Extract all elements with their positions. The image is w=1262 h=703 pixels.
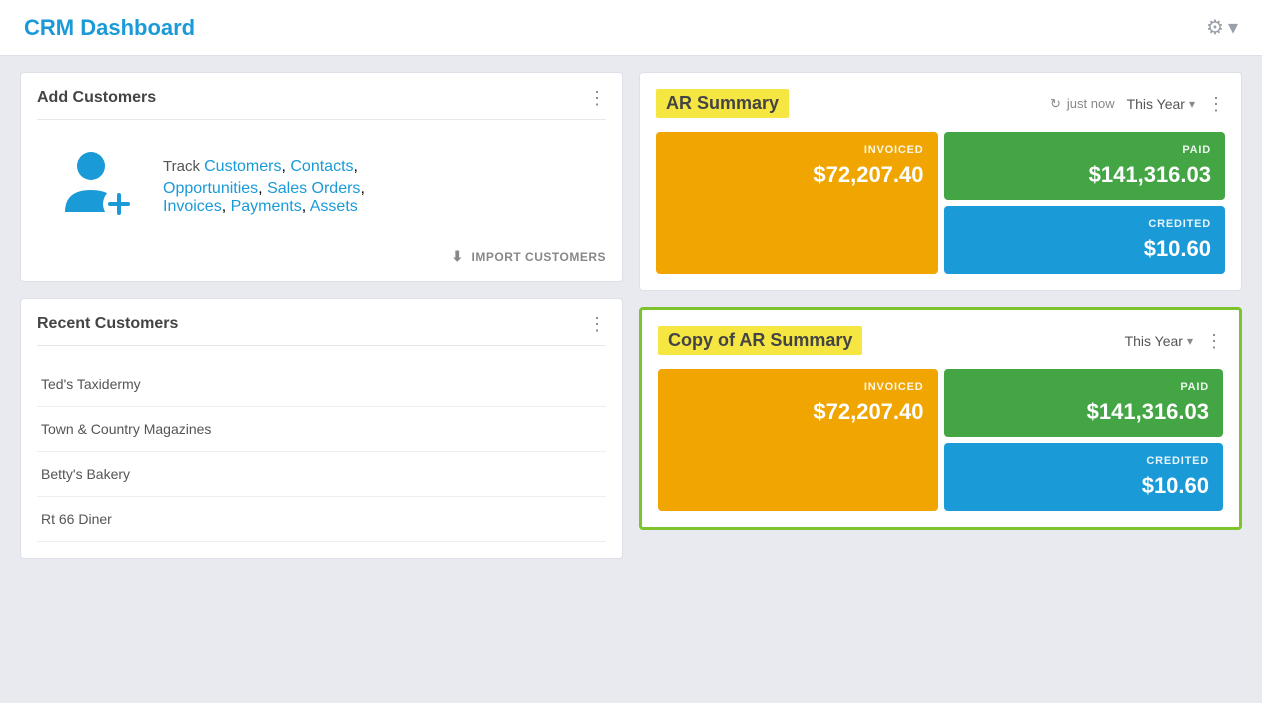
add-customer-icon (53, 144, 143, 224)
credited-box: CREDITED $10.60 (944, 206, 1226, 274)
add-customers-card: Add Customers ⋮ Track (20, 72, 623, 282)
invoiced-box: INVOICED $72,207.40 (656, 132, 938, 274)
chevron-down-icon: ▾ (1189, 97, 1195, 111)
customer-list: Ted's Taxidermy Town & Country Magazines… (37, 362, 606, 542)
add-customers-body: Track Customers, Contacts, Opportunities… (37, 136, 606, 240)
copy-invoiced-label: INVOICED (864, 381, 924, 393)
link-sales-orders[interactable]: Sales Orders (267, 180, 360, 197)
link-invoices[interactable]: Invoices (163, 198, 222, 215)
gear-dropdown-arrow: ▾ (1228, 15, 1238, 40)
copy-credited-label: CREDITED (1146, 455, 1209, 467)
import-icon: ⬇ (451, 248, 463, 265)
import-section: ⬇ IMPORT CUSTOMERS (37, 240, 606, 265)
recent-customers-header: Recent Customers ⋮ (37, 315, 606, 346)
ar-summary-copy-controls: This Year ▾ ⋮ (1125, 332, 1223, 350)
import-customers-button[interactable]: ⬇ IMPORT CUSTOMERS (451, 248, 606, 265)
ar-summary-copy-grid: INVOICED $72,207.40 PAID $141,316.03 CRE… (658, 369, 1223, 511)
paid-box: PAID $141,316.03 (944, 132, 1226, 200)
list-item[interactable]: Betty's Bakery (37, 452, 606, 497)
ar-summary-copy-more-icon[interactable]: ⋮ (1205, 332, 1223, 350)
add-customers-title: Add Customers (37, 89, 156, 107)
link-customers[interactable]: Customers (204, 158, 281, 175)
recent-customers-card: Recent Customers ⋮ Ted's Taxidermy Town … (20, 298, 623, 559)
copy-paid-box: PAID $141,316.03 (944, 369, 1224, 437)
paid-label: PAID (1182, 144, 1211, 156)
copy-credited-box: CREDITED $10.60 (944, 443, 1224, 511)
list-item[interactable]: Rt 66 Diner (37, 497, 606, 542)
main-content: Add Customers ⋮ Track (0, 56, 1262, 575)
invoiced-label: INVOICED (864, 144, 924, 156)
copy-invoiced-box: INVOICED $72,207.40 (658, 369, 938, 511)
app-title: CRM Dashboard (24, 15, 195, 41)
credited-value: $10.60 (1144, 236, 1211, 262)
left-column: Add Customers ⋮ Track (20, 72, 623, 559)
credited-label: CREDITED (1148, 218, 1211, 230)
list-item[interactable]: Town & Country Magazines (37, 407, 606, 452)
recent-customers-more-icon[interactable]: ⋮ (588, 315, 606, 333)
track-description: Track Customers, Contacts, Opportunities… (163, 153, 365, 216)
ar-summary-copy-title: Copy of AR Summary (658, 326, 862, 355)
link-contacts[interactable]: Contacts (290, 158, 353, 175)
gear-button[interactable]: ⚙ ▾ (1206, 15, 1238, 40)
copy-credited-value: $10.60 (1142, 473, 1209, 499)
track-prefix: Track (163, 158, 204, 175)
copy-period-selector[interactable]: This Year ▾ (1125, 333, 1193, 349)
gear-icon: ⚙ (1206, 15, 1224, 40)
copy-invoiced-value: $72,207.40 (813, 399, 923, 425)
ar-summary-widget: AR Summary ↻ just now This Year ▾ ⋮ INVO… (639, 72, 1242, 291)
ar-summary-title: AR Summary (656, 89, 789, 118)
link-payments[interactable]: Payments (231, 198, 302, 215)
copy-chevron-down-icon: ▾ (1187, 334, 1193, 348)
ar-summary-copy-widget: Copy of AR Summary This Year ▾ ⋮ INVOICE… (639, 307, 1242, 530)
ar-summary-grid: INVOICED $72,207.40 PAID $141,316.03 CRE… (656, 132, 1225, 274)
link-assets[interactable]: Assets (310, 198, 358, 215)
import-label: IMPORT CUSTOMERS (472, 250, 606, 264)
period-label: This Year (1127, 96, 1185, 112)
ar-summary-header: AR Summary ↻ just now This Year ▾ ⋮ (656, 89, 1225, 118)
ar-summary-copy-header: Copy of AR Summary This Year ▾ ⋮ (658, 326, 1223, 355)
period-selector[interactable]: This Year ▾ (1127, 96, 1195, 112)
link-opportunities[interactable]: Opportunities (163, 180, 258, 197)
copy-paid-value: $141,316.03 (1087, 399, 1209, 425)
copy-paid-label: PAID (1180, 381, 1209, 393)
app-header: CRM Dashboard ⚙ ▾ (0, 0, 1262, 56)
refresh-time: just now (1067, 96, 1115, 111)
invoiced-value: $72,207.40 (813, 162, 923, 188)
recent-customers-title: Recent Customers (37, 315, 178, 333)
right-column: AR Summary ↻ just now This Year ▾ ⋮ INVO… (639, 72, 1242, 559)
refresh-icon[interactable]: ↻ (1050, 96, 1061, 112)
refresh-area: ↻ just now (1050, 96, 1115, 112)
add-customers-header: Add Customers ⋮ (37, 89, 606, 120)
paid-value: $141,316.03 (1089, 162, 1211, 188)
copy-period-label: This Year (1125, 333, 1183, 349)
ar-summary-controls: ↻ just now This Year ▾ ⋮ (1050, 95, 1225, 113)
ar-summary-more-icon[interactable]: ⋮ (1207, 95, 1225, 113)
list-item[interactable]: Ted's Taxidermy (37, 362, 606, 407)
add-customers-more-icon[interactable]: ⋮ (588, 89, 606, 107)
